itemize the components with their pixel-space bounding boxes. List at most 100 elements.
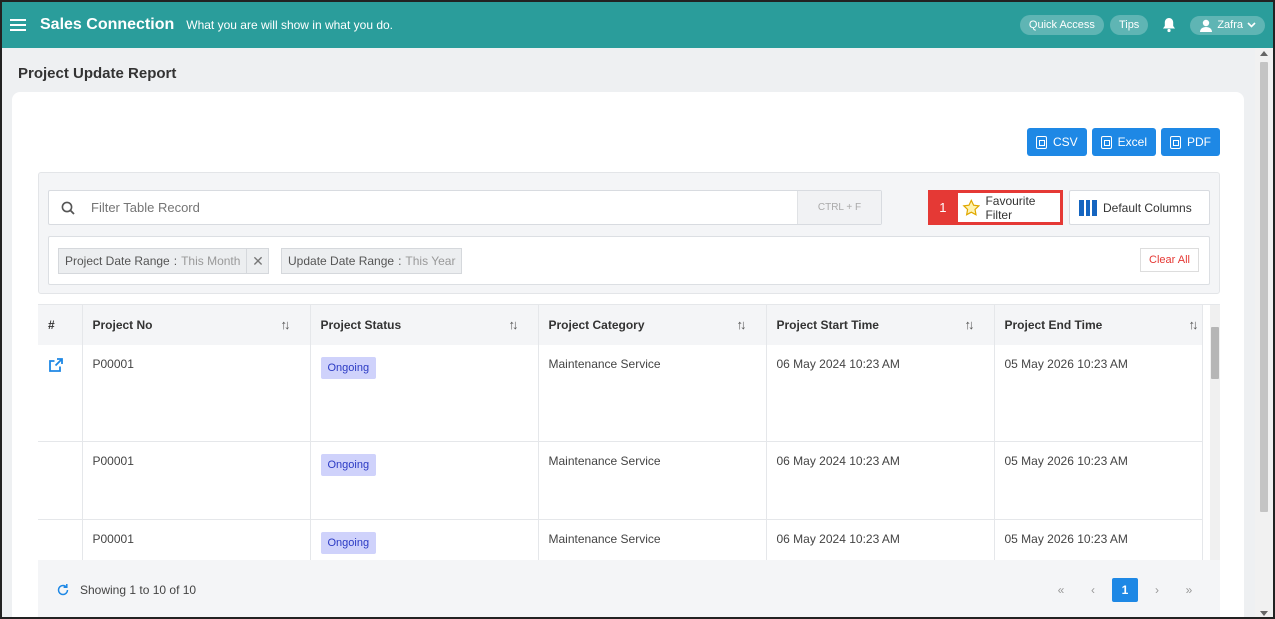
cell-project-no: P00001 [82,519,311,560]
chip-label: Update Date Range [288,254,395,268]
column-header-project-status[interactable]: Project Status ↑↓ [310,305,539,345]
cell-project-category: Maintenance Service [538,519,767,560]
search-box: CTRL + F [48,190,882,225]
search-input[interactable] [91,200,797,215]
star-icon [962,198,981,216]
sort-icon[interactable]: ↑↓ [965,317,975,332]
table-footer: Showing 1 to 10 of 10 « ‹ 1 › » [38,560,1220,617]
pagination: « ‹ 1 › » [1048,578,1202,602]
sort-icon[interactable]: ↑↓ [281,317,291,332]
status-badge: Ongoing [320,531,377,554]
favourite-filter-label: Favourite Filter [985,193,1036,222]
filter-chip-project-date: Project Date Range : This Month ✕ [58,248,270,274]
report-table-container: # Project No ↑↓ Project Status ↑↓ Project … [38,304,1220,560]
app-frame: Sales Connection What you are will show … [0,0,1275,619]
search-icon [61,201,75,215]
table-row[interactable]: P00001 Ongoing Maintenance Service 06 Ma… [38,441,1203,520]
app-title[interactable]: Sales Connection [40,16,174,34]
table-row[interactable]: P00001 Ongoing Maintenance Service 06 Ma… [38,345,1203,442]
column-header-project-start-time[interactable]: Project Start Time ↑↓ [766,305,995,345]
export-excel-button[interactable]: Excel [1091,128,1156,156]
open-external-icon[interactable] [48,357,64,373]
favourite-filter-button[interactable]: 1 Favourite Filter [928,190,1063,225]
record-count-text: Showing 1 to 10 of 10 [80,583,197,597]
cell-project-start-time: 06 May 2024 10:23 AM [766,519,995,560]
cell-project-end-time: 05 May 2026 10:23 AM [994,519,1203,560]
last-page-button[interactable]: » [1176,578,1202,602]
column-header-label: Project Category [548,318,645,332]
column-header-label: Project Start Time [776,318,879,332]
sort-icon[interactable]: ↑↓ [737,317,747,332]
chip-separator: : [398,254,402,268]
cell-project-no: P00001 [82,345,311,442]
column-header-label: Project Status [320,318,402,332]
column-header-label: Project End Time [1004,318,1103,332]
column-header-label: Project No [92,318,153,332]
sort-icon[interactable]: ↑↓ [509,317,519,332]
cell-project-start-time: 06 May 2024 10:23 AM [766,441,995,520]
remove-chip-icon[interactable]: ✕ [246,249,268,273]
report-card: CSV Excel PDF CTRL + F 1 Favourite Filte… [12,92,1244,617]
cell-project-category: Maintenance Service [538,441,767,520]
annotation-number: 1 [928,190,958,225]
csv-file-icon [1035,135,1047,149]
status-badge: Ongoing [320,453,377,476]
next-page-button[interactable]: › [1144,578,1170,602]
hamburger-icon[interactable] [10,19,26,31]
search-shortcut-hint: CTRL + F [797,191,881,224]
filter-chip-update-date: Update Date Range : This Year [281,248,463,274]
topbar-actions: Quick Access Tips Zafra [1019,14,1265,36]
column-header-project-no[interactable]: Project No ↑↓ [82,305,311,345]
top-nav-bar: Sales Connection What you are will show … [2,2,1273,48]
chevron-down-icon [1247,22,1256,28]
column-header-index: # [38,305,83,345]
chip-value: This Year [405,254,456,268]
prev-page-button[interactable]: ‹ [1080,578,1106,602]
user-menu-button[interactable]: Zafra [1190,15,1265,35]
column-header-project-category[interactable]: Project Category ↑↓ [538,305,767,345]
cell-project-end-time: 05 May 2026 10:23 AM [994,441,1203,520]
chip-value: This Month [181,254,241,268]
columns-icon [1079,199,1098,216]
cell-project-no: P00001 [82,441,311,520]
status-badge: Ongoing [320,357,377,379]
table-row[interactable]: P00001 Ongoing Maintenance Service 06 Ma… [38,519,1203,560]
cell-project-start-time: 06 May 2024 10:23 AM [766,345,995,442]
chip-label: Project Date Range [65,254,170,268]
scroll-down-icon[interactable] [1260,611,1268,616]
bell-icon[interactable] [1158,14,1180,36]
refresh-icon[interactable] [56,583,70,597]
cell-project-status: Ongoing [310,519,539,560]
tips-button[interactable]: Tips [1109,15,1149,35]
page-scrollbar-thumb[interactable] [1260,62,1268,512]
scroll-up-icon[interactable] [1260,51,1268,56]
first-page-button[interactable]: « [1048,578,1074,602]
excel-file-icon [1100,135,1112,149]
row-action-cell [38,441,83,520]
export-excel-label: Excel [1117,135,1147,149]
table-scrollbar-thumb[interactable] [1211,327,1219,379]
filter-panel: CTRL + F 1 Favourite Filter Default Colu… [38,172,1220,294]
row-action-cell [38,519,83,560]
page-button-current[interactable]: 1 [1112,578,1138,602]
export-csv-button[interactable]: CSV [1026,128,1087,156]
quick-access-button[interactable]: Quick Access [1019,15,1104,35]
cell-project-status: Ongoing [310,345,539,442]
export-pdf-button[interactable]: PDF [1161,128,1220,156]
table-header-row: # Project No ↑↓ Project Status ↑↓ Project … [38,305,1203,345]
sort-icon[interactable]: ↑↓ [1189,317,1199,332]
page-scrollbar[interactable] [1255,48,1273,617]
column-header-project-end-time[interactable]: Project End Time ↑↓ [994,305,1203,345]
default-columns-label: Default Columns [1103,200,1192,215]
cell-project-end-time: 05 May 2026 10:23 AM [994,345,1203,442]
table-scrollbar[interactable] [1210,305,1220,560]
export-csv-label: CSV [1052,135,1078,149]
default-columns-button[interactable]: Default Columns [1069,190,1210,225]
chip-separator: : [173,254,178,268]
clear-all-button[interactable]: Clear All [1140,248,1199,272]
cell-project-status: Ongoing [310,441,539,520]
user-name: Zafra [1217,19,1243,31]
row-action-cell [38,345,83,442]
active-filters-bar: Project Date Range : This Month ✕ Update… [48,236,1210,285]
export-pdf-label: PDF [1187,135,1211,149]
